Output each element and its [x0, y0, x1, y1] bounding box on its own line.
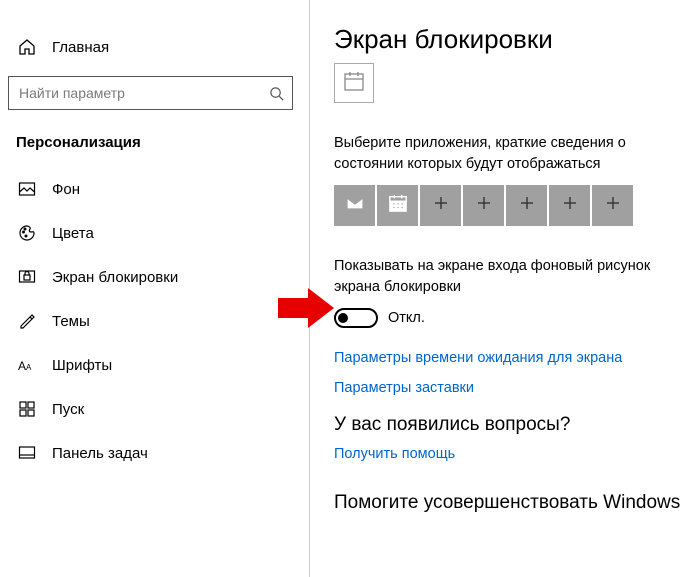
detailed-app-tile[interactable] — [334, 63, 374, 103]
sidebar-item-colors[interactable]: Цвета — [0, 211, 309, 255]
choose-apps-text: Выберите приложения, краткие сведения о … — [334, 133, 664, 175]
search-wrap — [8, 76, 293, 110]
lockscreen-icon — [16, 266, 38, 288]
sidebar-item-start[interactable]: Пуск — [0, 387, 309, 431]
sidebar-item-fonts[interactable]: AA Шрифты — [0, 343, 309, 387]
fonts-icon: AA — [16, 354, 38, 376]
taskbar-icon — [16, 442, 38, 464]
improve-heading: Помогите усовершенствовать Windows — [334, 492, 700, 514]
toggle-row: Откл. — [334, 308, 700, 328]
sidebar-item-label: Панель задач — [52, 445, 148, 462]
sidebar-item-label: Экран блокировки — [52, 269, 178, 286]
sidebar-item-label: Фон — [52, 181, 80, 198]
plus-icon — [562, 195, 578, 216]
link-screen-timeout[interactable]: Параметры времени ожидания для экрана — [334, 350, 700, 366]
search-box[interactable] — [8, 76, 293, 110]
quick-status-tiles — [334, 185, 700, 226]
sidebar-item-taskbar[interactable]: Панель задач — [0, 431, 309, 475]
toggle-state-label: Откл. — [388, 310, 425, 326]
sidebar-item-themes[interactable]: Темы — [0, 299, 309, 343]
show-bg-toggle[interactable] — [334, 308, 378, 328]
sidebar-item-label: Цвета — [52, 225, 94, 242]
sidebar-item-label: Пуск — [52, 401, 84, 418]
svg-text:A: A — [26, 363, 32, 372]
sidebar-item-background[interactable]: Фон — [0, 167, 309, 211]
quick-tile-add[interactable] — [420, 185, 461, 226]
sidebar-home[interactable]: Главная — [0, 24, 309, 70]
show-bg-text: Показывать на экране входа фоновый рисун… — [334, 256, 674, 298]
link-screensaver[interactable]: Параметры заставки — [334, 380, 700, 396]
image-icon — [16, 178, 38, 200]
mail-icon — [344, 192, 366, 219]
page-title: Экран блокировки — [334, 24, 700, 55]
quick-tile-add[interactable] — [463, 185, 504, 226]
toggle-knob — [338, 313, 348, 323]
have-question-heading: У вас появились вопросы? — [334, 414, 700, 436]
quick-tile-add[interactable] — [506, 185, 547, 226]
plus-icon — [519, 195, 535, 216]
quick-tile-add[interactable] — [592, 185, 633, 226]
plus-icon — [605, 195, 621, 216]
palette-icon — [16, 222, 38, 244]
quick-tile-calendar[interactable] — [377, 185, 418, 226]
sidebar-home-label: Главная — [52, 39, 109, 56]
search-input[interactable] — [9, 77, 292, 109]
calendar-icon — [388, 193, 408, 218]
search-icon — [268, 85, 284, 101]
sidebar-item-label: Темы — [52, 313, 90, 330]
themes-icon — [16, 310, 38, 332]
sidebar-item-lockscreen[interactable]: Экран блокировки — [0, 255, 309, 299]
sidebar-nav: Фон Цвета — [0, 167, 309, 475]
start-icon — [16, 398, 38, 420]
sidebar-item-label: Шрифты — [52, 357, 112, 374]
main-panel: Экран блокировки Выберите приложения, кр… — [310, 0, 700, 577]
calendar-icon — [343, 70, 365, 97]
home-icon — [16, 36, 38, 58]
quick-tile-add[interactable] — [549, 185, 590, 226]
plus-icon — [433, 195, 449, 216]
section-header: Персонализация — [0, 122, 309, 167]
svg-text:A: A — [18, 359, 26, 373]
quick-tile-mail[interactable] — [334, 185, 375, 226]
link-get-help[interactable]: Получить помощь — [334, 446, 700, 462]
plus-icon — [476, 195, 492, 216]
sidebar: Главная Персонализация Фон — [0, 0, 310, 577]
